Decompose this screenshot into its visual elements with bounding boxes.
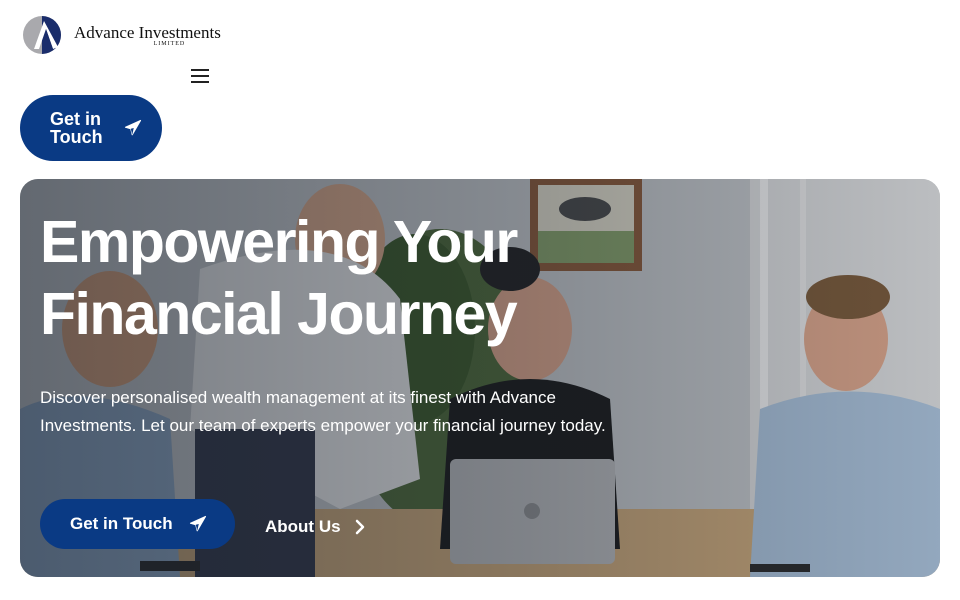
hamburger-menu-icon[interactable]	[188, 66, 212, 86]
chevron-right-icon	[355, 519, 364, 535]
hero-subtitle: Discover personalised wealth management …	[40, 388, 606, 435]
hero-cta-label: Get in Touch	[70, 514, 173, 533]
hero-banner: Empowering Your Financial Journey Discov…	[20, 179, 940, 577]
menu-bar	[191, 75, 209, 77]
paper-plane-icon	[189, 515, 206, 532]
hero-get-in-touch-button[interactable]: Get in Touch	[40, 499, 235, 549]
menu-bar	[191, 81, 209, 83]
brand-name: Advance Investments	[74, 22, 221, 42]
brand-logo[interactable]: Advance Investments LIMITED	[22, 13, 221, 57]
menu-bar	[191, 69, 209, 71]
get-in-touch-label: Get in Touch	[50, 109, 103, 147]
brand-text: Advance Investments LIMITED	[74, 22, 221, 47]
get-in-touch-button[interactable]: Get in Touch	[20, 95, 162, 161]
about-us-link[interactable]: About Us	[265, 517, 365, 537]
paper-plane-icon	[124, 119, 142, 136]
about-us-label: About Us	[265, 517, 341, 536]
hero-title: Empowering Your Financial Journey	[40, 209, 518, 347]
logo-mark-icon	[23, 16, 61, 54]
